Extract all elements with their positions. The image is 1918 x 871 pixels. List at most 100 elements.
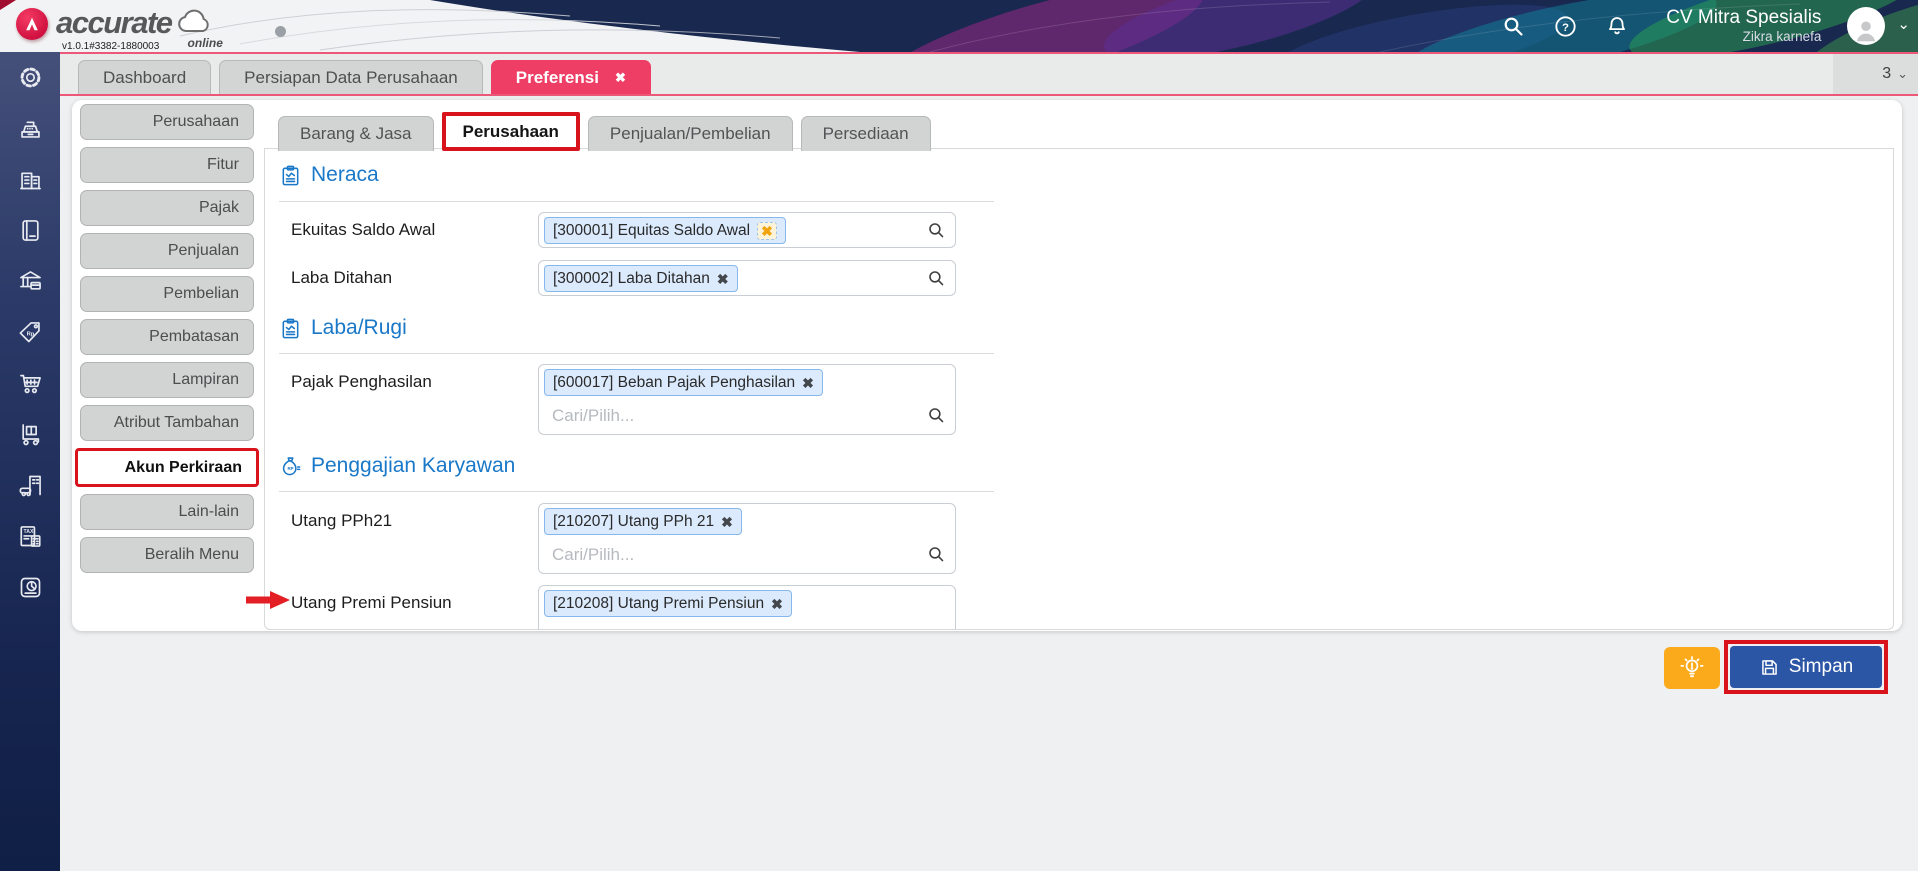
app-logo: accurate online bbox=[16, 4, 223, 50]
preferences-panel: Perusahaan Fitur Pajak Penjualan Pembeli… bbox=[72, 100, 1902, 631]
notifications-bell-icon[interactable] bbox=[1604, 13, 1630, 39]
remove-chip-icon[interactable]: ✖ bbox=[721, 515, 733, 529]
menu-label: Akun Perkiraan bbox=[124, 458, 242, 476]
remove-chip-icon[interactable]: ✖ bbox=[802, 376, 814, 390]
tab-count-dropdown[interactable]: 3 ⌄ bbox=[1833, 54, 1918, 94]
close-tab-icon[interactable]: ✖ bbox=[615, 70, 626, 86]
menu-label: Lampiran bbox=[172, 371, 239, 388]
report-icon[interactable] bbox=[0, 562, 60, 613]
remove-chip-icon[interactable]: ✖ bbox=[717, 272, 729, 286]
tab-persiapan-data-perusahaan[interactable]: Persiapan Data Perusahaan bbox=[219, 60, 483, 94]
inventory-trolley-icon[interactable] bbox=[0, 409, 60, 460]
account-chip: [210207] Utang PPh 21 ✖ bbox=[544, 508, 742, 535]
menu-item-atribut-tambahan[interactable]: Atribut Tambahan bbox=[80, 405, 254, 441]
hint-button[interactable] bbox=[1664, 647, 1720, 689]
purchase-cart-icon[interactable] bbox=[0, 358, 60, 409]
search-account-icon[interactable] bbox=[927, 269, 946, 288]
user-name: Zikra karnefa bbox=[1742, 29, 1822, 45]
header: accurate online v1.0.1#3382-1880003 ? CV… bbox=[0, 0, 1918, 52]
account-picker-utang-premi-pensiun[interactable]: [210208] Utang Premi Pensiun ✖ bbox=[538, 585, 956, 629]
search-icon[interactable] bbox=[1500, 13, 1526, 39]
menu-item-lain-lain[interactable]: Lain-lain bbox=[80, 494, 254, 530]
search-account-icon[interactable] bbox=[927, 545, 946, 564]
app-sidebar: Rp TAX bbox=[0, 52, 60, 871]
tab-label: Barang & Jasa bbox=[300, 124, 412, 143]
price-tag-rp-icon[interactable]: Rp bbox=[0, 307, 60, 358]
tab-barang-jasa[interactable]: Barang & Jasa bbox=[278, 116, 434, 151]
menu-item-fitur[interactable]: Fitur bbox=[80, 147, 254, 183]
accurate-online-app: { "header": { "brand": "accurate", "bran… bbox=[0, 0, 1918, 871]
menu-item-akun-perkiraan[interactable]: Akun Perkiraan bbox=[75, 448, 259, 487]
account-picker-utang-pph21[interactable]: [210207] Utang PPh 21 ✖ Cari/Pilih... bbox=[538, 503, 956, 574]
brand-name: accurate bbox=[56, 5, 173, 40]
remove-chip-icon[interactable]: ✖ bbox=[757, 221, 777, 240]
tab-label: Persediaan bbox=[822, 124, 909, 143]
divider bbox=[279, 201, 994, 202]
menu-item-lampiran[interactable]: Lampiran bbox=[80, 362, 254, 398]
journal-book-icon[interactable] bbox=[0, 205, 60, 256]
divider bbox=[279, 491, 994, 492]
cloud-icon bbox=[177, 9, 209, 32]
tab-label: Dashboard bbox=[103, 67, 187, 87]
remove-chip-icon[interactable]: ✖ bbox=[771, 597, 783, 611]
tab-label: Persiapan Data Perusahaan bbox=[244, 67, 458, 87]
menu-item-pajak[interactable]: Pajak bbox=[80, 190, 254, 226]
menu-label: Atribut Tambahan bbox=[113, 414, 239, 431]
account-picker-pajak-penghasilan[interactable]: [600017] Beban Pajak Penghasilan ✖ Cari/… bbox=[538, 364, 956, 435]
settings-icon[interactable] bbox=[0, 52, 60, 103]
settings-menu: Perusahaan Fitur Pajak Penjualan Pembeli… bbox=[75, 104, 259, 580]
search-placeholder[interactable]: Cari/Pilih... bbox=[552, 545, 634, 565]
tab-perusahaan[interactable]: Perusahaan bbox=[441, 112, 580, 151]
menu-item-pembelian[interactable]: Pembelian bbox=[80, 276, 254, 312]
help-icon[interactable]: ? bbox=[1552, 13, 1578, 39]
account-picker-ekuitas[interactable]: [300001] Equitas Saldo Awal ✖ bbox=[538, 212, 956, 248]
avatar[interactable] bbox=[1847, 7, 1886, 45]
menu-item-perusahaan[interactable]: Perusahaan bbox=[80, 104, 254, 140]
account-identity: CV Mitra Spesialis Zikra karnefa bbox=[1666, 7, 1821, 44]
tab-penjualan-pembelian[interactable]: Penjualan/Pembelian bbox=[587, 116, 793, 151]
account-chip: [300002] Laba Ditahan ✖ bbox=[544, 265, 738, 292]
tax-icon[interactable]: TAX bbox=[0, 511, 60, 562]
content-tabs: Barang & Jasa Perusahaan Penjualan/Pembe… bbox=[278, 112, 931, 151]
menu-item-penjualan[interactable]: Penjualan bbox=[80, 233, 254, 269]
tab-label: Penjualan/Pembelian bbox=[609, 124, 771, 143]
svg-text:?: ? bbox=[1562, 21, 1569, 33]
menu-label: Pembatasan bbox=[149, 328, 239, 345]
fixed-asset-icon[interactable] bbox=[0, 460, 60, 511]
brand-sub-label: online bbox=[187, 36, 223, 50]
menu-item-beralih-menu[interactable]: Beralih Menu bbox=[80, 537, 254, 573]
search-placeholder[interactable]: Cari/Pilih... bbox=[552, 406, 634, 426]
section-laba-rugi: Laba/Rugi bbox=[279, 316, 407, 340]
status-dot bbox=[275, 26, 286, 37]
section-neraca: Neraca bbox=[279, 163, 379, 187]
header-divider-line bbox=[48, 52, 1918, 54]
menu-label: Perusahaan bbox=[152, 113, 239, 130]
search-account-icon[interactable] bbox=[927, 221, 946, 240]
search-account-icon[interactable] bbox=[927, 406, 946, 425]
company-buildings-icon[interactable] bbox=[0, 154, 60, 205]
account-picker-laba-ditahan[interactable]: [300002] Laba Ditahan ✖ bbox=[538, 260, 956, 296]
money-bag-icon: RP bbox=[282, 456, 301, 475]
tab-persediaan[interactable]: Persediaan bbox=[800, 116, 931, 151]
bank-payment-icon[interactable] bbox=[0, 256, 60, 307]
accurate-logo-icon bbox=[16, 8, 48, 40]
svg-text:RP: RP bbox=[288, 465, 294, 470]
field-label-laba-ditahan: Laba Ditahan bbox=[291, 268, 393, 287]
menu-item-pembatasan[interactable]: Pembatasan bbox=[80, 319, 254, 355]
cash-register-icon[interactable] bbox=[0, 103, 60, 154]
save-button[interactable]: Simpan bbox=[1730, 646, 1882, 688]
lightbulb-icon bbox=[1680, 656, 1704, 678]
svg-text:TAX: TAX bbox=[23, 529, 33, 535]
account-chevron-down-icon[interactable]: ⌄ bbox=[1897, 15, 1910, 33]
chip-label: [300002] Laba Ditahan bbox=[553, 269, 710, 287]
section-penggajian-karyawan: RP Penggajian Karyawan bbox=[279, 454, 515, 478]
field-label-utang-premi-pensiun: Utang Premi Pensiun bbox=[291, 593, 452, 612]
tab-dashboard[interactable]: Dashboard bbox=[78, 60, 212, 94]
tab-preferensi[interactable]: Preferensi ✖ bbox=[490, 60, 651, 94]
section-title: Neraca bbox=[311, 163, 379, 186]
tab-label: Preferensi bbox=[515, 67, 599, 87]
tab-count: 3 bbox=[1882, 65, 1892, 82]
version-label: v1.0.1#3382-1880003 bbox=[62, 41, 160, 52]
section-title: Penggajian Karyawan bbox=[311, 454, 516, 477]
account-chip: [600017] Beban Pajak Penghasilan ✖ bbox=[544, 369, 823, 396]
